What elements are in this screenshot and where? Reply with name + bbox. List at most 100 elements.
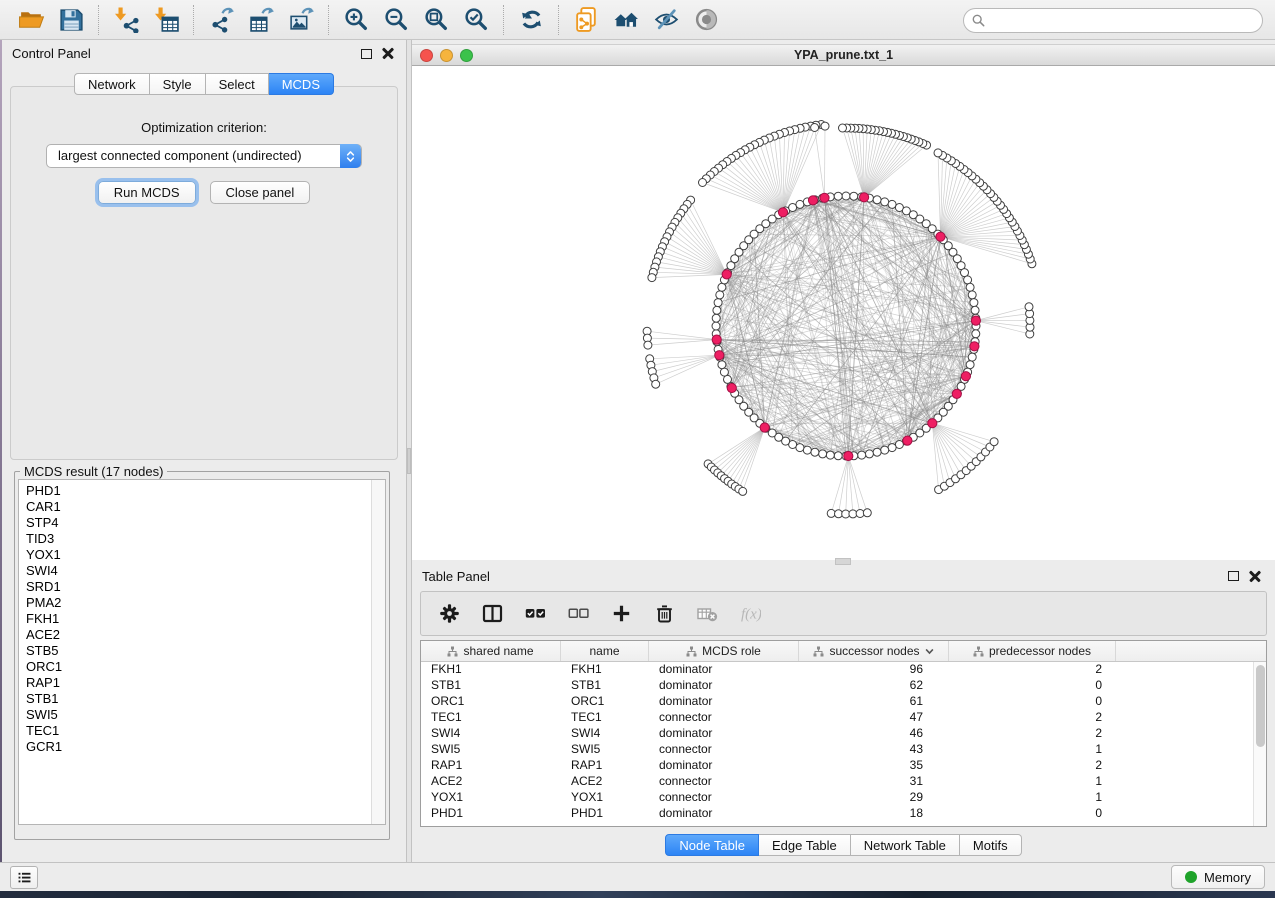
- mcds-result-item[interactable]: RAP1: [26, 675, 385, 691]
- select-all-button[interactable]: [523, 602, 547, 626]
- network-node[interactable]: [834, 192, 842, 200]
- network-node[interactable]: [839, 124, 847, 132]
- mcds-hub-node[interactable]: [928, 419, 937, 428]
- criterion-dropdown[interactable]: largest connected component (undirected): [46, 144, 362, 168]
- tab-motifs[interactable]: Motifs: [960, 834, 1022, 856]
- save-session-button[interactable]: [55, 4, 87, 36]
- memory-button[interactable]: Memory: [1171, 865, 1265, 889]
- float-panel-icon[interactable]: [361, 49, 372, 59]
- table-row[interactable]: RAP1RAP1dominator352: [421, 758, 1266, 774]
- run-mcds-button[interactable]: Run MCDS: [98, 181, 196, 204]
- tab-select[interactable]: Select: [206, 73, 269, 95]
- zoom-in-button[interactable]: [340, 4, 372, 36]
- network-node[interactable]: [873, 196, 881, 204]
- network-node[interactable]: [850, 192, 858, 200]
- network-node[interactable]: [873, 448, 881, 456]
- table-row[interactable]: FKH1FKH1dominator962: [421, 662, 1266, 678]
- mcds-hub-node[interactable]: [860, 193, 869, 202]
- mcds-result-item[interactable]: TEC1: [26, 723, 385, 739]
- network-node[interactable]: [895, 441, 903, 449]
- table-row[interactable]: YOX1YOX1connector291: [421, 790, 1266, 806]
- export-image-button[interactable]: [285, 4, 317, 36]
- mcds-hub-node[interactable]: [808, 196, 817, 205]
- close-table-panel-icon[interactable]: [1249, 570, 1261, 582]
- mcds-hub-node[interactable]: [820, 193, 829, 202]
- new-network-from-selection-button[interactable]: [570, 4, 602, 36]
- tab-edge-table[interactable]: Edge Table: [759, 834, 851, 856]
- network-node[interactable]: [819, 450, 827, 458]
- mcds-result-item[interactable]: YOX1: [26, 547, 385, 563]
- network-node[interactable]: [718, 283, 726, 291]
- network-node[interactable]: [811, 448, 819, 456]
- zoom-selected-button[interactable]: [460, 4, 492, 36]
- tab-network[interactable]: Network: [74, 73, 150, 95]
- table-scrollbar[interactable]: [1253, 662, 1266, 826]
- zoom-window-icon[interactable]: [460, 49, 473, 62]
- mcds-hub-node[interactable]: [970, 342, 979, 351]
- zoom-fit-button[interactable]: [420, 4, 452, 36]
- import-network-button[interactable]: [110, 4, 142, 36]
- float-table-panel-icon[interactable]: [1228, 571, 1239, 581]
- network-node[interactable]: [966, 283, 974, 291]
- open-file-button[interactable]: [15, 4, 47, 36]
- network-node[interactable]: [718, 361, 726, 369]
- network-node[interactable]: [652, 380, 660, 388]
- network-node[interactable]: [961, 269, 969, 277]
- mcds-result-item[interactable]: CAR1: [26, 499, 385, 515]
- network-node[interactable]: [934, 149, 942, 157]
- table-row[interactable]: SWI5SWI5connector431: [421, 742, 1266, 758]
- network-node[interactable]: [712, 314, 720, 322]
- tab-style[interactable]: Style: [150, 73, 206, 95]
- birds-eye-view-button[interactable]: [690, 4, 722, 36]
- network-node[interactable]: [827, 509, 835, 517]
- mcds-hub-node[interactable]: [727, 383, 736, 392]
- network-node[interactable]: [789, 204, 797, 212]
- export-network-button[interactable]: [205, 4, 237, 36]
- network-node[interactable]: [724, 375, 732, 383]
- mcds-result-item[interactable]: ACE2: [26, 627, 385, 643]
- network-node[interactable]: [881, 446, 889, 454]
- mcds-hub-node[interactable]: [778, 208, 787, 217]
- splitter-handle[interactable]: [407, 448, 411, 474]
- network-node[interactable]: [990, 438, 998, 446]
- table-row[interactable]: ACE2ACE2connector311: [421, 774, 1266, 790]
- result-list-scrollbar[interactable]: [371, 480, 385, 824]
- table-settings-button[interactable]: [437, 602, 461, 626]
- export-table-button[interactable]: [245, 4, 277, 36]
- tab-network-table[interactable]: Network Table: [851, 834, 960, 856]
- network-canvas[interactable]: [412, 66, 1275, 560]
- mcds-result-item[interactable]: STP4: [26, 515, 385, 531]
- network-node[interactable]: [811, 124, 819, 132]
- add-entry-button[interactable]: [609, 602, 633, 626]
- table-row[interactable]: ORC1ORC1dominator610: [421, 694, 1266, 710]
- search-box[interactable]: [963, 8, 1263, 33]
- toggle-panel-button[interactable]: [480, 602, 504, 626]
- network-node[interactable]: [888, 200, 896, 208]
- mcds-hub-node[interactable]: [715, 351, 724, 360]
- table-row[interactable]: SWI4SWI4dominator462: [421, 726, 1266, 742]
- column-header-MCDS-role[interactable]: MCDS role: [649, 641, 799, 661]
- deselect-all-button[interactable]: [566, 602, 590, 626]
- close-panel-button[interactable]: Close panel: [210, 181, 311, 204]
- close-panel-icon[interactable]: [382, 48, 394, 60]
- network-node[interactable]: [881, 198, 889, 206]
- network-node[interactable]: [739, 487, 747, 495]
- mcds-result-item[interactable]: PMA2: [26, 595, 385, 611]
- network-node[interactable]: [834, 452, 842, 460]
- network-node[interactable]: [842, 192, 850, 200]
- mcds-result-item[interactable]: ORC1: [26, 659, 385, 675]
- network-node[interactable]: [644, 341, 652, 349]
- mcds-result-item[interactable]: FKH1: [26, 611, 385, 627]
- network-window-titlebar[interactable]: YPA_prune.txt_1: [412, 44, 1275, 66]
- network-node[interactable]: [964, 276, 972, 284]
- tab-node-table[interactable]: Node Table: [665, 834, 759, 856]
- network-node[interactable]: [712, 322, 720, 330]
- minimize-window-icon[interactable]: [440, 49, 453, 62]
- network-node[interactable]: [720, 368, 728, 376]
- network-node[interactable]: [716, 291, 724, 299]
- mcds-hub-node[interactable]: [760, 423, 769, 432]
- network-node[interactable]: [968, 291, 976, 299]
- search-input[interactable]: [990, 13, 1254, 28]
- network-node[interactable]: [796, 200, 804, 208]
- network-node[interactable]: [968, 353, 976, 361]
